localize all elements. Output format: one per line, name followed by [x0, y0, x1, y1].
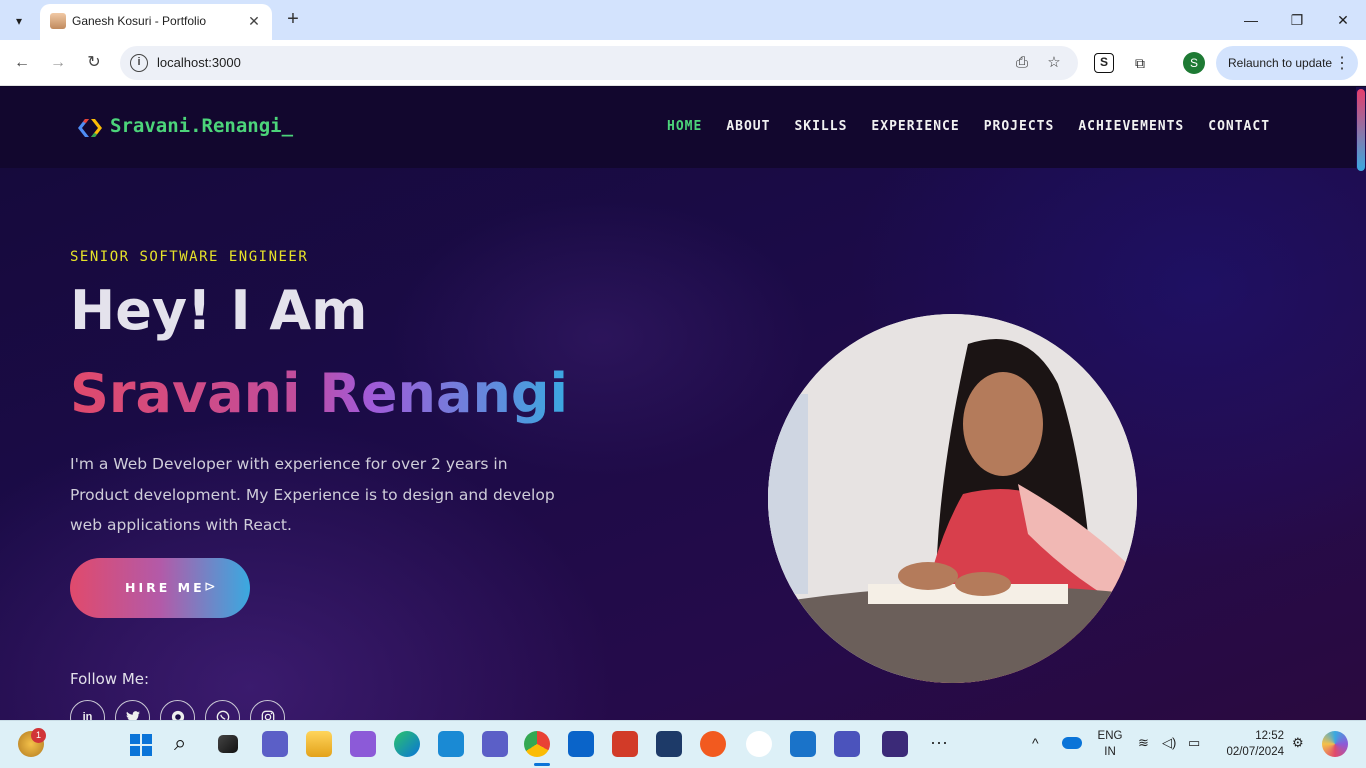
hero-description: I'm a Web Developer with experience for … — [70, 455, 555, 534]
mongodb-icon[interactable] — [746, 731, 772, 757]
address-bar[interactable]: i localhost:3000 ⎙ ☆ — [120, 46, 1078, 80]
show-hidden-icons-chevron-icon[interactable]: ^ — [1032, 735, 1039, 751]
install-app-icon[interactable]: ⎙ — [1012, 53, 1032, 73]
site-navbar: Sravani.Renangi_ HOME ABOUT SKILLS EXPER… — [0, 87, 1356, 168]
sql-server-icon[interactable] — [656, 731, 682, 757]
visual-studio-icon[interactable] — [350, 731, 376, 757]
restore-window-icon[interactable]: ❐ — [1282, 8, 1312, 32]
more-menu-icon[interactable]: ⋮ — [1334, 53, 1350, 73]
hero-name: Sravani Renangi — [70, 362, 569, 425]
social-links: in — [70, 700, 295, 720]
outlook-icon[interactable] — [568, 731, 594, 757]
clock-date[interactable]: 02/07/2024 — [1216, 746, 1284, 758]
notepad-icon[interactable] — [790, 731, 816, 757]
close-window-icon[interactable]: ✕ — [1328, 8, 1358, 32]
minimize-window-icon[interactable]: — — [1236, 8, 1266, 32]
postman-icon[interactable] — [700, 731, 726, 757]
relaunch-button[interactable]: Relaunch to update ⋮ — [1216, 46, 1358, 80]
nav-link-projects[interactable]: PROJECTS — [984, 119, 1055, 134]
portfolio-page: Sravani.Renangi_ HOME ABOUT SKILLS EXPER… — [0, 87, 1366, 720]
onedrive-cloud-icon[interactable] — [1062, 737, 1082, 749]
new-tab-plus-icon[interactable]: + — [282, 8, 304, 30]
do-not-disturb-icon[interactable]: ⚙ — [1292, 735, 1304, 751]
browser-tab-active[interactable]: Ganesh Kosuri - Portfolio ✕ — [40, 4, 272, 40]
hero-title: Hey! I Am — [70, 279, 368, 342]
code-brackets-logo-icon — [78, 119, 102, 137]
wifi-icon[interactable]: ≋ — [1138, 735, 1149, 751]
chrome-active-indicator — [534, 763, 550, 766]
site-nav-links: HOME ABOUT SKILLS EXPERIENCE PROJECTS AC… — [667, 119, 1294, 134]
chrome-icon[interactable] — [524, 731, 550, 757]
hire-me-button[interactable]: HIRE ME ⊳ — [70, 558, 250, 618]
teams-chat-icon[interactable] — [262, 731, 288, 757]
notification-badge: 1 — [31, 728, 46, 743]
tab-close-icon[interactable]: ✕ — [244, 11, 264, 31]
clock-time[interactable]: 12:52 — [1216, 730, 1284, 742]
tab-favicon — [50, 13, 66, 29]
teams-icon[interactable] — [482, 731, 508, 757]
nav-link-experience[interactable]: EXPERIENCE — [871, 119, 959, 134]
browser-tab-bar: ▾ Ganesh Kosuri - Portfolio ✕ + — ❐ ✕ — [0, 0, 1366, 40]
nav-link-home[interactable]: HOME — [667, 119, 702, 134]
extension-s-icon[interactable]: S — [1094, 53, 1114, 73]
battery-icon[interactable]: ▭ — [1188, 735, 1200, 751]
relaunch-label: Relaunch to update — [1228, 56, 1333, 70]
task-view-icon[interactable] — [218, 735, 238, 753]
search-icon[interactable]: ⌕ — [174, 731, 200, 757]
vscode-icon[interactable] — [438, 731, 464, 757]
whatsapp-icon[interactable] — [205, 700, 240, 720]
follow-me-label: Follow Me: — [70, 670, 150, 688]
bookmark-star-icon[interactable]: ☆ — [1044, 53, 1064, 73]
nav-link-about[interactable]: ABOUT — [726, 119, 770, 134]
edge-browser-icon[interactable] — [394, 731, 420, 757]
address-url[interactable]: localhost:3000 — [157, 55, 241, 70]
instagram-icon[interactable] — [250, 700, 285, 720]
windows-taskbar: 1 ⌕ ··· ^ ENG IN ≋ ◁) ▭ 12:52 02/07/2024… — [0, 720, 1366, 768]
language-indicator-line1[interactable]: ENG — [1096, 730, 1124, 742]
twitter-icon[interactable] — [115, 700, 150, 720]
volume-icon[interactable]: ◁) — [1162, 735, 1176, 751]
more-apps-icon[interactable]: ··· — [926, 731, 952, 757]
tab-title: Ganesh Kosuri - Portfolio — [72, 14, 207, 28]
file-explorer-icon[interactable] — [306, 731, 332, 757]
linkedin-icon[interactable]: in — [70, 700, 105, 720]
language-indicator-line2[interactable]: IN — [1096, 746, 1124, 758]
profile-photo — [768, 314, 1137, 683]
teams-new-icon[interactable] — [834, 731, 860, 757]
security-shield-icon[interactable] — [612, 731, 638, 757]
page-scrollbar[interactable] — [1356, 87, 1366, 720]
nav-link-achievements[interactable]: ACHIEVEMENTS — [1078, 119, 1184, 134]
back-arrow-icon[interactable]: ← — [10, 51, 34, 75]
extensions-puzzle-icon[interactable]: ⧉ — [1130, 53, 1150, 73]
hire-me-label: HIRE ME — [125, 580, 205, 595]
reload-icon[interactable]: ↻ — [82, 51, 106, 75]
profile-avatar[interactable]: S — [1183, 52, 1205, 74]
browser-toolbar: ← → ↻ i localhost:3000 ⎙ ☆ S ⧉ S Relaunc… — [0, 40, 1366, 86]
nav-link-contact[interactable]: CONTACT — [1208, 119, 1270, 134]
site-logo-text[interactable]: Sravani.Renangi_ — [110, 115, 293, 137]
forward-arrow-icon[interactable]: → — [46, 51, 70, 75]
hero-subtitle: SENIOR SOFTWARE ENGINEER — [70, 249, 309, 265]
copilot-icon[interactable] — [1322, 731, 1348, 757]
scrollbar-thumb[interactable] — [1357, 89, 1365, 171]
windows-start-icon[interactable] — [130, 734, 152, 756]
nav-link-skills[interactable]: SKILLS — [794, 119, 847, 134]
site-info-icon[interactable]: i — [130, 54, 148, 72]
github-icon[interactable] — [160, 700, 195, 720]
terminal-icon[interactable] — [882, 731, 908, 757]
send-arrow-icon: ⊳ — [204, 578, 216, 594]
tab-search-chevron-icon[interactable]: ▾ — [6, 8, 32, 34]
